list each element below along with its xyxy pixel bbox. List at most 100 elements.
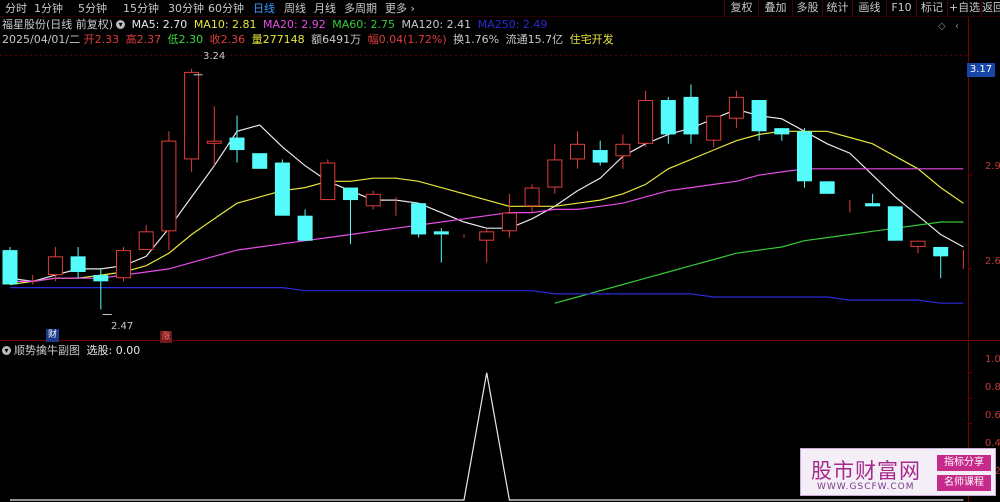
low-label: 低 <box>167 33 179 46</box>
candle-body-up <box>706 115 722 141</box>
chevron-right-icon: › <box>407 2 415 15</box>
mark-button[interactable]: 标记 <box>916 0 947 17</box>
expand-icon[interactable]: ‹ <box>955 21 959 32</box>
sub-tick-3: 0.6 <box>985 410 1000 421</box>
sub-panel-value: 选股: 0.00 <box>86 344 141 357</box>
dropdown-icon[interactable]: ▾ <box>2 346 11 355</box>
candle-body-up <box>728 96 744 119</box>
candle-body-down <box>433 231 449 235</box>
candle-body-up <box>479 231 495 241</box>
candle-body-up <box>116 250 131 279</box>
candle-body-up <box>47 256 63 276</box>
period-tab-60min[interactable]: 60分钟 <box>208 1 244 16</box>
candle-body-down <box>887 206 903 241</box>
watermark-tag-indicators: 指标分享 <box>937 455 991 471</box>
candle-body-up <box>547 159 563 188</box>
period-tab-30min[interactable]: 30分钟 <box>168 1 204 16</box>
period-tab-weekly[interactable]: 周线 <box>284 1 306 16</box>
period-tab-timeshare[interactable]: 分时 <box>5 1 27 16</box>
add-watchlist-button[interactable]: +自选 <box>947 0 981 17</box>
low-value: 2.30 <box>178 33 204 46</box>
price-tick-2-9: 2.9 <box>985 161 1000 172</box>
dropdown-icon[interactable]: ▾ <box>116 20 126 29</box>
price-tick-2-6: 2.6 <box>985 256 1000 267</box>
statistics-button[interactable]: 统计 <box>822 0 852 17</box>
kline-chart[interactable] <box>0 0 1000 502</box>
candle-body-down <box>865 203 881 207</box>
candle-body-down <box>774 128 790 135</box>
finance-marker[interactable]: 财 <box>46 329 59 342</box>
watermark-logo: 股市财富网 WWW.GSCFW.COM 指标分享 名师课程 <box>800 448 996 496</box>
high-price-marker: 3.24 <box>203 51 226 62</box>
candle-body-down <box>683 96 699 135</box>
period-tab-monthly[interactable]: 月线 <box>314 1 336 16</box>
high-label: 高 <box>125 33 137 46</box>
period-tab-5min[interactable]: 5分钟 <box>78 1 107 16</box>
overlay-button[interactable]: 叠加 <box>758 0 792 17</box>
period-tab-1min[interactable]: 1分钟 <box>34 1 63 16</box>
candle-body-up <box>365 193 381 207</box>
period-tab-daily[interactable]: 日线 <box>253 1 275 16</box>
limit-up-marker[interactable]: 涨 <box>160 331 172 343</box>
candle-body-up <box>501 212 517 232</box>
chart-grid <box>0 17 1000 502</box>
candle-body-down <box>2 250 18 285</box>
period-tab-multi[interactable]: 多周期 <box>344 1 377 16</box>
candle-body-down <box>660 100 676 135</box>
candle-body-down <box>93 275 109 282</box>
back-button[interactable]: 返回 <box>981 0 1000 17</box>
watermark-tag-courses: 名师课程 <box>937 475 991 491</box>
amount-value: 6491万 <box>322 33 362 46</box>
open-label: 开 <box>83 33 95 46</box>
watermark-url: WWW.GSCFW.COM <box>817 482 915 492</box>
ma-line-ma250 <box>10 287 964 304</box>
multi-stock-button[interactable]: 多股 <box>792 0 822 17</box>
float-cap-value: 流通15.7亿 <box>505 33 564 46</box>
period-tab-15min[interactable]: 15分钟 <box>123 1 159 16</box>
stock-name[interactable]: 福星股份(日线 前复权) <box>2 18 113 31</box>
candle-body-down <box>297 215 313 241</box>
candle-body-down <box>933 246 949 257</box>
ma-lines <box>9 108 964 304</box>
candle-body-down <box>751 100 767 132</box>
sector-link[interactable]: 住宅开发 <box>570 33 614 46</box>
sub-panel-title[interactable]: 顺势擒牛副图 <box>14 344 80 357</box>
sub-panel-header: ▾ 顺势擒牛副图 选股: 0.00 <box>2 344 143 358</box>
candle-body-up <box>570 143 585 160</box>
ma120-label: MA120: 2.41 <box>401 18 472 31</box>
watermark-title: 股市财富网 <box>811 459 921 483</box>
high-value: 2.37 <box>136 33 162 46</box>
candle-body-up <box>910 240 926 247</box>
change-value: 0.04(1.72%) <box>378 33 447 46</box>
period-tab-more[interactable]: 更多 › <box>385 1 415 16</box>
close-label: 收 <box>209 33 221 46</box>
quote-date: 2025/04/01/二 <box>2 33 81 46</box>
candle-body-up <box>184 71 200 160</box>
amount-label: 额 <box>311 33 323 46</box>
period-toolbar: 分时 1分钟 5分钟 15分钟 30分钟 60分钟 日线 周线 月线 多周期 更… <box>0 0 1000 17</box>
candle-body-up <box>206 140 222 144</box>
restore-rights-button[interactable]: 复权 <box>724 0 758 17</box>
candle-body-down <box>592 150 608 163</box>
ma20-label: MA20: 2.92 <box>263 18 326 31</box>
candle-body-up <box>638 100 654 144</box>
ma10-label: MA10: 2.81 <box>193 18 257 31</box>
more-label: 更多 <box>385 2 407 15</box>
change-label: 幅 <box>367 33 379 46</box>
f10-button[interactable]: F10 <box>886 0 916 17</box>
candle-body-down <box>819 181 835 194</box>
candle-body-down <box>70 256 86 272</box>
ma60-label: MA60: 2.75 <box>332 18 395 31</box>
candle-body-up <box>320 162 336 201</box>
candle-body-up <box>524 187 540 207</box>
sub-tick-1: 1.0 <box>985 354 1000 365</box>
volume-label: 量 <box>251 33 263 46</box>
candle-body-up <box>615 143 631 157</box>
draw-line-button[interactable]: 画线 <box>852 0 886 17</box>
diamond-icon[interactable]: ◇ <box>938 21 946 32</box>
quote-header: 2025/04/01/二 开2.33 高2.37 低2.30 收2.36 量27… <box>2 33 617 47</box>
candle-body-down <box>274 162 290 216</box>
close-value: 2.36 <box>220 33 246 46</box>
candle-body-up <box>161 140 177 232</box>
candle-body-down <box>343 187 358 201</box>
